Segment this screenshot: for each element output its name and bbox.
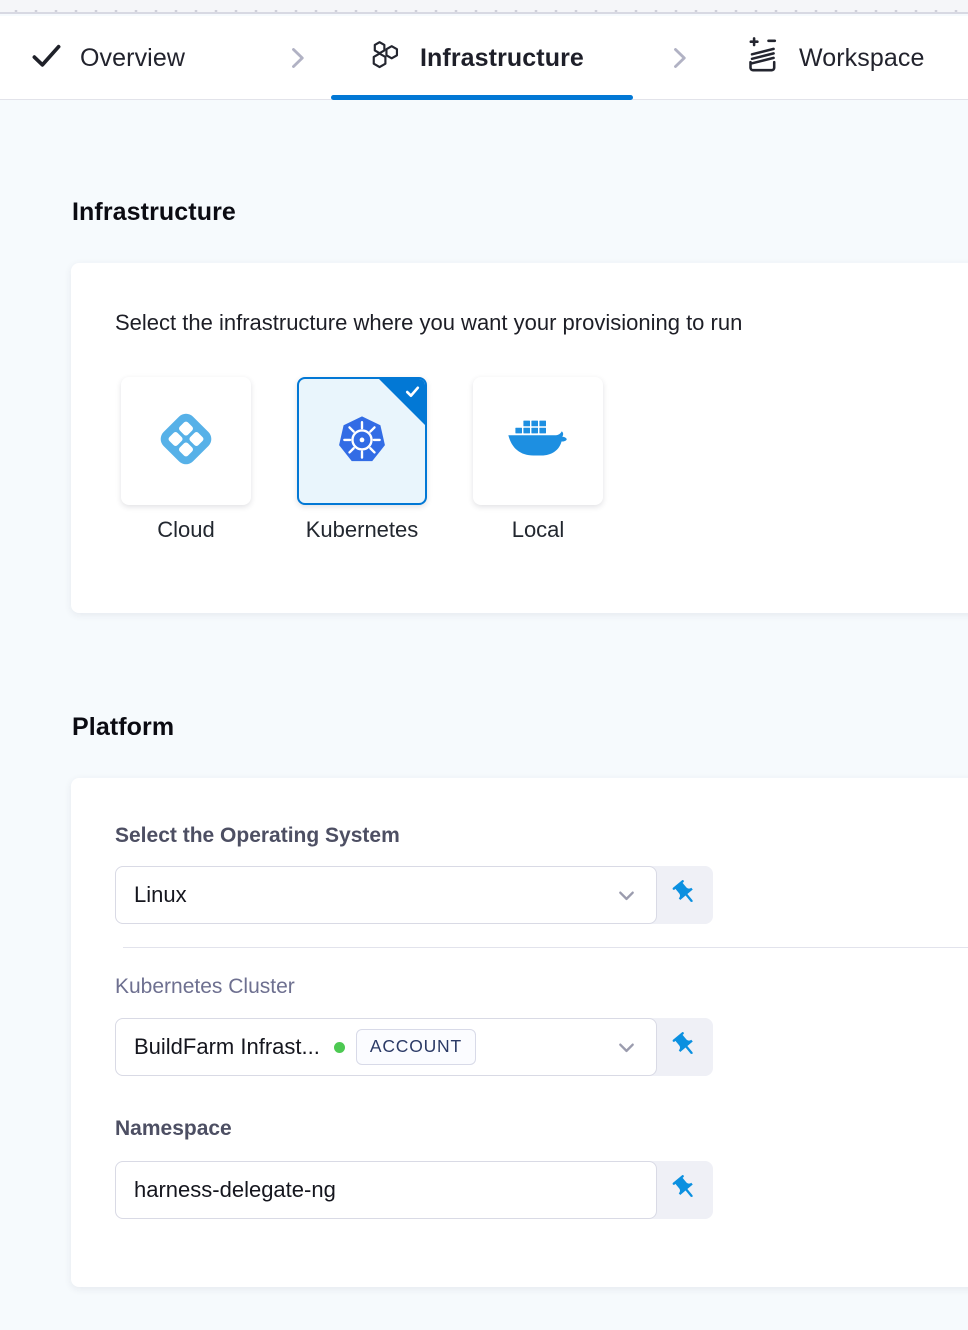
tab-overview[interactable]: Overview xyxy=(30,16,185,100)
infrastructure-step-screen: Overview Infrastructure xyxy=(0,0,968,1330)
os-select-label: Select the Operating System xyxy=(115,824,400,848)
os-select[interactable]: Linux xyxy=(115,866,657,924)
docker-icon xyxy=(506,414,570,469)
platform-card: Select the Operating System Linux Kubern… xyxy=(71,778,968,1287)
connector-status-dot xyxy=(334,1042,345,1053)
stack-icon xyxy=(743,36,782,80)
tab-infrastructure-label: Infrastructure xyxy=(420,44,584,73)
namespace-label: Namespace xyxy=(115,1117,232,1141)
scope-badge: ACCOUNT xyxy=(356,1029,476,1065)
field-divider xyxy=(123,947,968,948)
os-select-group: Linux xyxy=(115,866,713,924)
os-pin-button[interactable] xyxy=(657,866,713,924)
tab-workspace[interactable]: Workspace xyxy=(743,16,925,100)
option-card-cloud[interactable] xyxy=(121,377,251,505)
chevron-down-icon xyxy=(613,882,640,909)
option-label-kubernetes: Kubernetes xyxy=(297,517,427,543)
pin-icon xyxy=(671,1031,699,1064)
tab-workspace-label: Workspace xyxy=(799,44,925,73)
namespace-input[interactable] xyxy=(115,1161,657,1219)
tab-overview-label: Overview xyxy=(80,44,185,73)
namespace-input-group xyxy=(115,1161,713,1219)
active-tab-underline xyxy=(331,95,633,100)
infrastructure-card: Select the infrastructure where you want… xyxy=(71,263,968,613)
step-tab-bar: Overview Infrastructure xyxy=(0,16,968,100)
chevron-right-icon xyxy=(282,16,312,100)
os-select-value: Linux xyxy=(134,882,187,908)
chevron-right-icon xyxy=(664,16,694,100)
cluster-select-label: Kubernetes Cluster xyxy=(115,975,295,999)
chevron-down-icon xyxy=(613,1034,640,1061)
hexagons-icon xyxy=(368,38,403,78)
cluster-select[interactable]: BuildFarm Infrast... ACCOUNT xyxy=(115,1018,657,1076)
harness-cloud-icon xyxy=(151,404,221,479)
cluster-select-group: BuildFarm Infrast... ACCOUNT xyxy=(115,1018,713,1076)
pipeline-canvas-strip xyxy=(0,0,968,14)
pin-icon xyxy=(671,879,699,912)
option-card-kubernetes[interactable] xyxy=(297,377,427,505)
cluster-select-value: BuildFarm Infrast... xyxy=(134,1034,320,1060)
option-card-local[interactable] xyxy=(473,377,603,505)
pin-icon xyxy=(671,1174,699,1207)
platform-section-heading: Platform xyxy=(72,713,174,742)
cluster-pin-button[interactable] xyxy=(657,1018,713,1076)
infrastructure-section-heading: Infrastructure xyxy=(72,198,236,227)
namespace-pin-button[interactable] xyxy=(657,1161,713,1219)
option-label-cloud: Cloud xyxy=(121,517,251,543)
tab-infrastructure[interactable]: Infrastructure xyxy=(368,16,584,100)
option-label-local: Local xyxy=(473,517,603,543)
check-icon xyxy=(30,39,63,77)
check-icon xyxy=(403,382,422,406)
infrastructure-description: Select the infrastructure where you want… xyxy=(115,310,742,336)
